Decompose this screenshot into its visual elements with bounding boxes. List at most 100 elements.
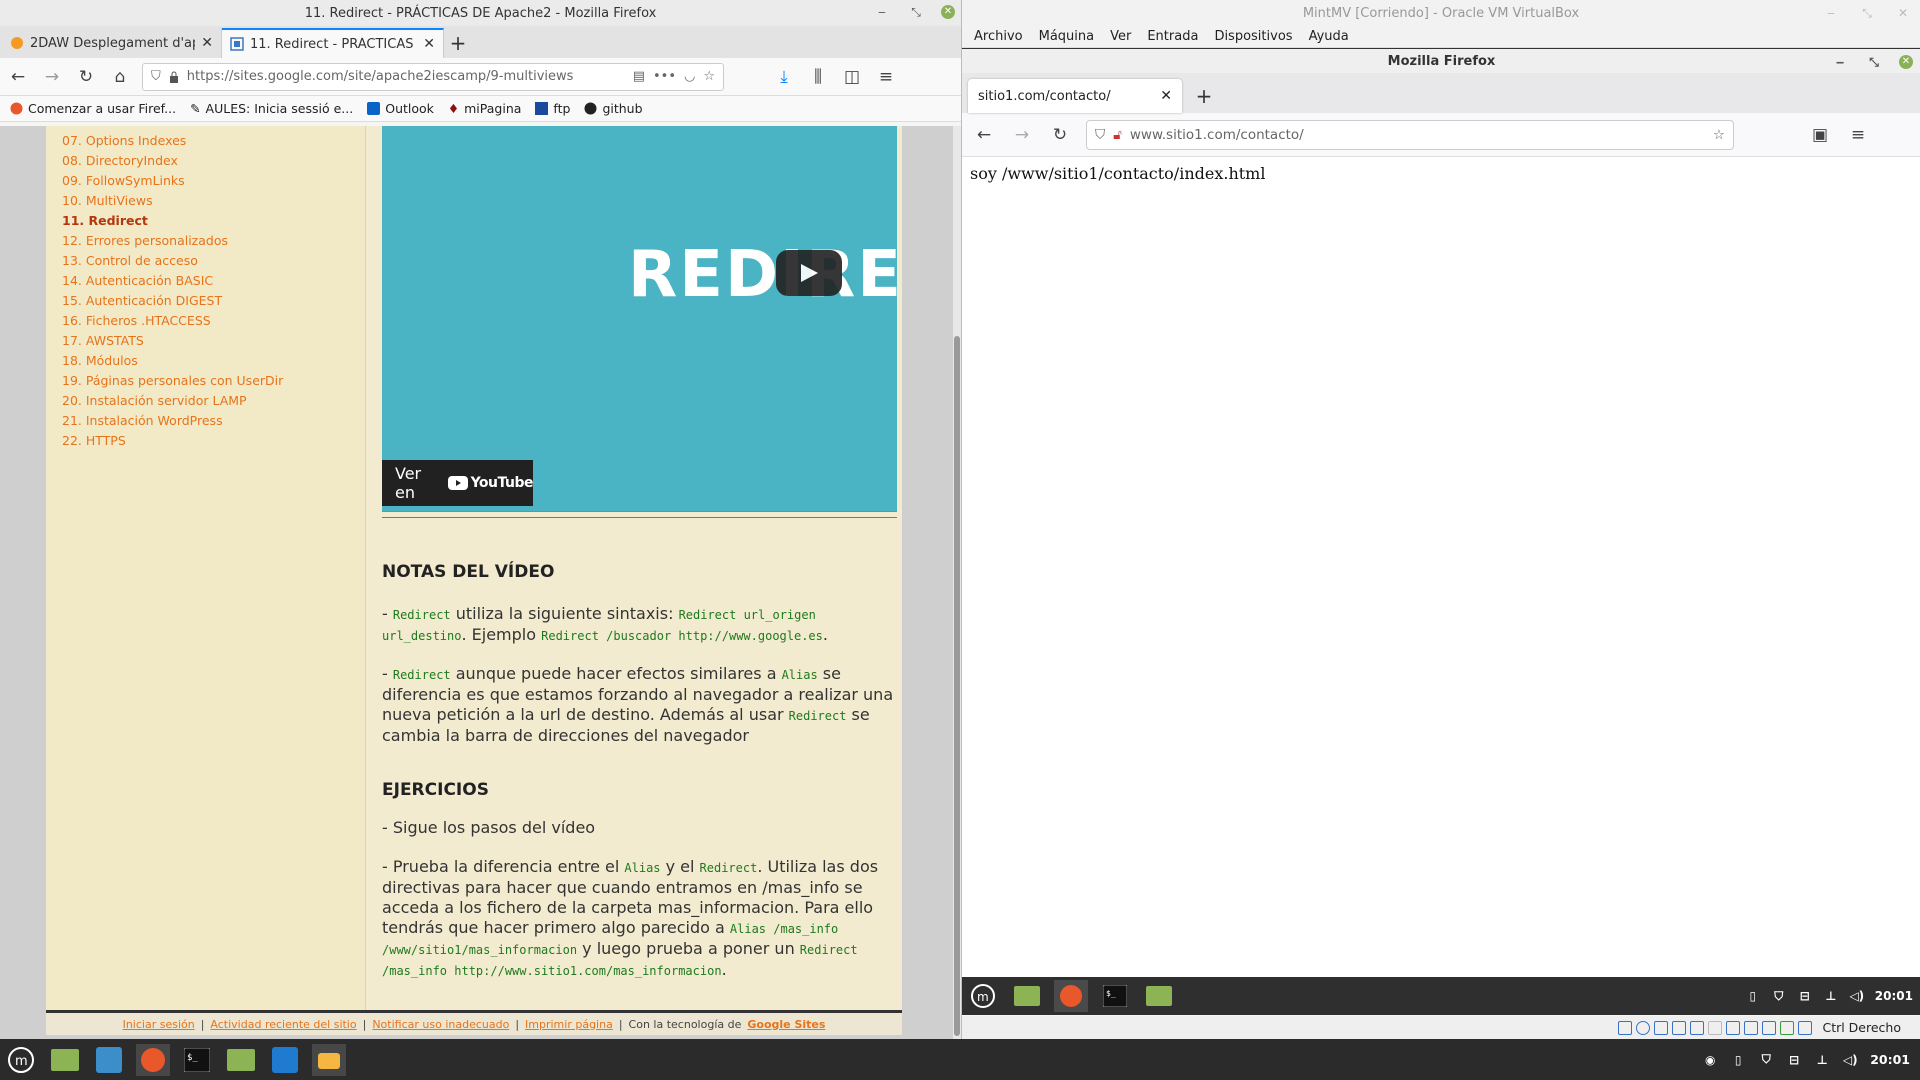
vscode-icon[interactable] — [268, 1044, 302, 1076]
guest-clock[interactable]: 20:01 — [1875, 989, 1913, 1003]
sidebar-item[interactable]: 22. HTTPS — [62, 431, 365, 451]
menu-maquina[interactable]: Máquina — [1039, 29, 1095, 44]
sidebar-item[interactable]: 07. Options Indexes — [62, 131, 365, 151]
link-iniciar-sesion[interactable]: Iniciar sesión — [123, 1018, 195, 1031]
sidebar-icon[interactable]: ◫ — [840, 65, 864, 89]
shield-icon[interactable]: ⛉ — [1095, 127, 1105, 143]
sidebar-item[interactable]: 08. DirectoryIndex — [62, 151, 365, 171]
bookmark-ftp[interactable]: ftp — [535, 101, 570, 116]
link-google-sites[interactable]: Google Sites — [747, 1018, 825, 1031]
eye-icon[interactable]: ◉ — [1702, 1052, 1718, 1068]
menu-dispositivos[interactable]: Dispositivos — [1214, 29, 1292, 44]
sidebar-item[interactable]: 17. AWSTATS — [62, 331, 365, 351]
mouse-integration-icon[interactable] — [1780, 1020, 1795, 1035]
sidebar-item-current[interactable]: 11. Redirect — [62, 211, 365, 231]
menu-archivo[interactable]: Archivo — [974, 29, 1023, 44]
back-icon[interactable]: ← — [6, 65, 30, 89]
new-tab-button[interactable]: + — [444, 28, 472, 58]
workbench-icon[interactable] — [92, 1044, 126, 1076]
files-icon[interactable] — [1142, 980, 1176, 1012]
minimize-icon[interactable]: ‒ — [1822, 4, 1840, 22]
files-icon[interactable] — [224, 1044, 258, 1076]
shield-icon[interactable]: ⛉ — [1758, 1052, 1774, 1068]
host-clock[interactable]: 20:01 — [1870, 1052, 1910, 1067]
sidebar-item[interactable]: 21. Instalación WordPress — [62, 411, 365, 431]
audio-icon[interactable] — [1654, 1020, 1669, 1035]
guest-url-text[interactable]: www.sitio1.com/contacto/ — [1130, 127, 1705, 143]
folder-icon[interactable] — [48, 1044, 82, 1076]
lock-icon[interactable] — [169, 71, 179, 83]
terminal-icon[interactable]: $_ — [180, 1044, 214, 1076]
insecure-lock-icon[interactable]: 🔓︎ — [1113, 127, 1122, 143]
tab-2daw[interactable]: 2DAW Desplegament d'apl ✕ — [2, 28, 222, 58]
tab-redirect[interactable]: 11. Redirect - PRÁCTICAS D ✕ — [222, 28, 444, 58]
download-icon[interactable]: ⤓ — [772, 65, 796, 89]
network-icon[interactable]: ⊥ — [1823, 988, 1839, 1004]
menu-ayuda[interactable]: Ayuda — [1309, 29, 1349, 44]
terminal-icon[interactable]: $_ — [1098, 980, 1132, 1012]
cpu-icon[interactable] — [1762, 1020, 1777, 1035]
reload-icon[interactable]: ↻ — [1048, 123, 1072, 147]
close-tab-icon[interactable]: ✕ — [423, 36, 435, 52]
folder-icon[interactable] — [1010, 980, 1044, 1012]
sidebar-item[interactable]: 13. Control de acceso — [62, 251, 365, 271]
page-scrollbar[interactable] — [953, 126, 961, 1039]
clipboard-icon[interactable]: ▯ — [1730, 1052, 1746, 1068]
watch-on-youtube-button[interactable]: Ver en YouTube — [382, 460, 534, 506]
forward-icon[interactable]: → — [40, 65, 64, 89]
recording-icon[interactable] — [1744, 1020, 1759, 1035]
close-icon[interactable]: ✕ — [941, 5, 955, 19]
sidebar-item[interactable]: 16. Ficheros .HTACCESS — [62, 311, 365, 331]
mint-menu-icon[interactable]: m — [4, 1044, 38, 1076]
shield-icon[interactable]: ⛉ — [1771, 988, 1787, 1004]
firefox-icon[interactable] — [136, 1043, 170, 1076]
url-bar[interactable]: ⛉ https://sites.google.com/site/apache2i… — [142, 62, 724, 91]
virtualbox-titlebar[interactable]: MintMV [Corriendo] - Oracle VM VirtualBo… — [962, 0, 1920, 26]
more-actions-icon[interactable]: ••• — [653, 69, 676, 84]
virtualbox-icon[interactable] — [312, 1043, 346, 1076]
shared-folders-icon[interactable] — [1708, 1020, 1723, 1035]
menu-icon[interactable]: ≡ — [874, 65, 898, 89]
close-icon[interactable]: ✕ — [1894, 4, 1912, 22]
minimize-icon[interactable]: ‒ — [873, 3, 891, 21]
arrow-icon[interactable] — [1798, 1020, 1813, 1035]
shield-icon[interactable]: ⛉ — [151, 69, 161, 84]
guest-url-bar[interactable]: ⛉ 🔓︎ www.sitio1.com/contacto/ ☆ — [1086, 119, 1734, 150]
update-icon[interactable]: ⊟ — [1786, 1052, 1802, 1068]
reload-icon[interactable]: ↻ — [74, 65, 98, 89]
link-notificar[interactable]: Notificar uso inadecuado — [372, 1018, 509, 1031]
new-tab-button[interactable]: + — [1190, 79, 1218, 113]
scrollbar-thumb[interactable] — [954, 336, 960, 1036]
host-firefox-titlebar[interactable]: 11. Redirect - PRÁCTICAS DE Apache2 - Mo… — [0, 0, 961, 26]
menu-ver[interactable]: Ver — [1110, 29, 1131, 44]
guest-tab[interactable]: sitio1.com/contacto/ ✕ — [968, 79, 1182, 113]
disk-icon[interactable] — [1618, 1020, 1633, 1035]
reader-view-icon[interactable]: ▤ — [633, 69, 645, 84]
optical-drive-icon[interactable] — [1636, 1020, 1651, 1035]
bookmark-mipagina[interactable]: ♦ miPagina — [448, 101, 522, 116]
forward-icon[interactable]: → — [1010, 123, 1034, 147]
pocket-icon[interactable]: ◡ — [684, 69, 695, 84]
network-icon[interactable]: ⊥ — [1814, 1052, 1830, 1068]
volume-icon[interactable]: ◁) — [1842, 1052, 1858, 1068]
bookmark-star-icon[interactable]: ☆ — [703, 69, 715, 84]
back-icon[interactable]: ← — [972, 123, 996, 147]
sidebar-item[interactable]: 09. FollowSymLinks — [62, 171, 365, 191]
home-icon[interactable]: ⌂ — [108, 65, 132, 89]
display-icon[interactable] — [1726, 1020, 1741, 1035]
library-icon[interactable]: ⫼ — [806, 65, 830, 89]
close-tab-icon[interactable]: ✕ — [201, 35, 213, 51]
maximize-icon[interactable]: ⤡ — [1858, 4, 1876, 22]
menu-entrada[interactable]: Entrada — [1147, 29, 1198, 44]
url-text[interactable]: https://sites.google.com/site/apache2ies… — [187, 69, 625, 84]
close-icon[interactable]: ✕ — [1899, 55, 1913, 69]
sidebar-item[interactable]: 20. Instalación servidor LAMP — [62, 391, 365, 411]
bookmark-aules[interactable]: ✎ AULES: Inicia sessió e... — [190, 101, 353, 116]
volume-icon[interactable]: ◁) — [1849, 988, 1865, 1004]
mint-menu-icon[interactable]: m — [966, 980, 1000, 1012]
maximize-icon[interactable]: ⤡ — [907, 3, 925, 21]
link-actividad[interactable]: Actividad reciente del sitio — [210, 1018, 356, 1031]
maximize-icon[interactable]: ⤡ — [1865, 53, 1883, 71]
youtube-embed[interactable]: REDIRE Ver en YouTube — [382, 126, 897, 512]
sidebar-item[interactable]: 18. Módulos — [62, 351, 365, 371]
